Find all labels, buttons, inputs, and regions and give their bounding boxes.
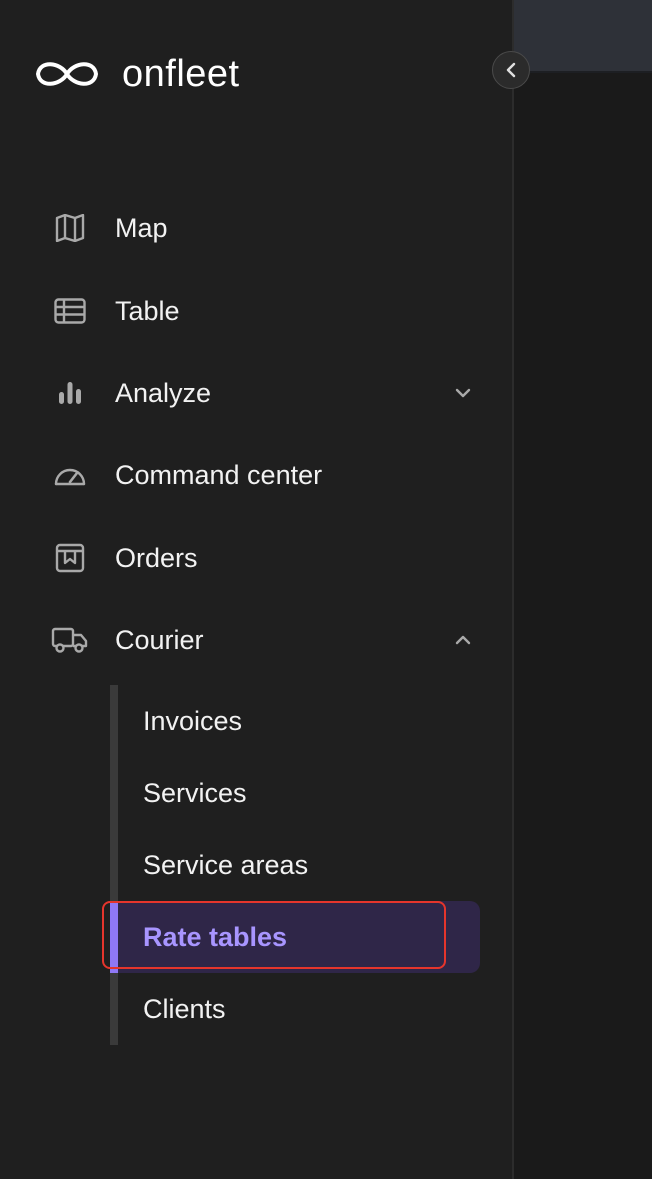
- submenu-item-rate-tables[interactable]: Rate tables: [110, 901, 480, 973]
- submenu-item-service-areas[interactable]: Service areas: [110, 829, 480, 901]
- nav-item-orders[interactable]: Orders: [0, 528, 512, 588]
- nav-item-courier[interactable]: Courier: [0, 610, 512, 670]
- submenu-item-invoices[interactable]: Invoices: [110, 685, 480, 757]
- active-indicator: [110, 901, 118, 973]
- top-bar: [514, 0, 652, 73]
- map-icon: [50, 208, 90, 248]
- collapse-sidebar-button[interactable]: [492, 51, 530, 89]
- nav-item-table[interactable]: Table: [0, 281, 512, 341]
- submenu-item-services[interactable]: Services: [110, 757, 480, 829]
- nav-label-table: Table: [115, 295, 180, 326]
- chevron-down-icon[interactable]: [452, 382, 474, 404]
- orders-icon: [50, 538, 90, 578]
- sidebar: onfleet Map Table Analyze Command center…: [0, 0, 512, 1179]
- infinity-logo-icon: [36, 62, 98, 86]
- nav-label-analyze: Analyze: [115, 377, 212, 408]
- table-icon: [50, 291, 90, 331]
- brand-name: onfleet: [122, 52, 240, 95]
- submenu-label-service-areas: Service areas: [143, 849, 309, 880]
- nav-label-courier: Courier: [115, 624, 204, 655]
- truck-icon: [50, 620, 90, 660]
- gauge-icon: [50, 455, 90, 495]
- bar-chart-icon: [50, 373, 90, 413]
- onfleet-logo[interactable]: onfleet: [32, 52, 240, 96]
- nav-label-map: Map: [115, 212, 168, 243]
- submenu-label-services: Services: [143, 777, 247, 808]
- chevron-up-icon[interactable]: [452, 629, 474, 651]
- nav-label-orders: Orders: [115, 542, 198, 573]
- nav-item-analyze[interactable]: Analyze: [0, 363, 512, 423]
- submenu-label-rate-tables: Rate tables: [143, 921, 288, 952]
- nav-item-command-center[interactable]: Command center: [0, 445, 512, 505]
- submenu-item-clients[interactable]: Clients: [110, 973, 480, 1045]
- nav-item-map[interactable]: Map: [0, 198, 512, 258]
- main-content: [514, 0, 652, 1179]
- nav-label-command-center: Command center: [115, 459, 323, 490]
- chevron-left-icon: [506, 62, 516, 78]
- submenu-label-clients: Clients: [143, 993, 226, 1024]
- submenu-label-invoices: Invoices: [143, 705, 243, 736]
